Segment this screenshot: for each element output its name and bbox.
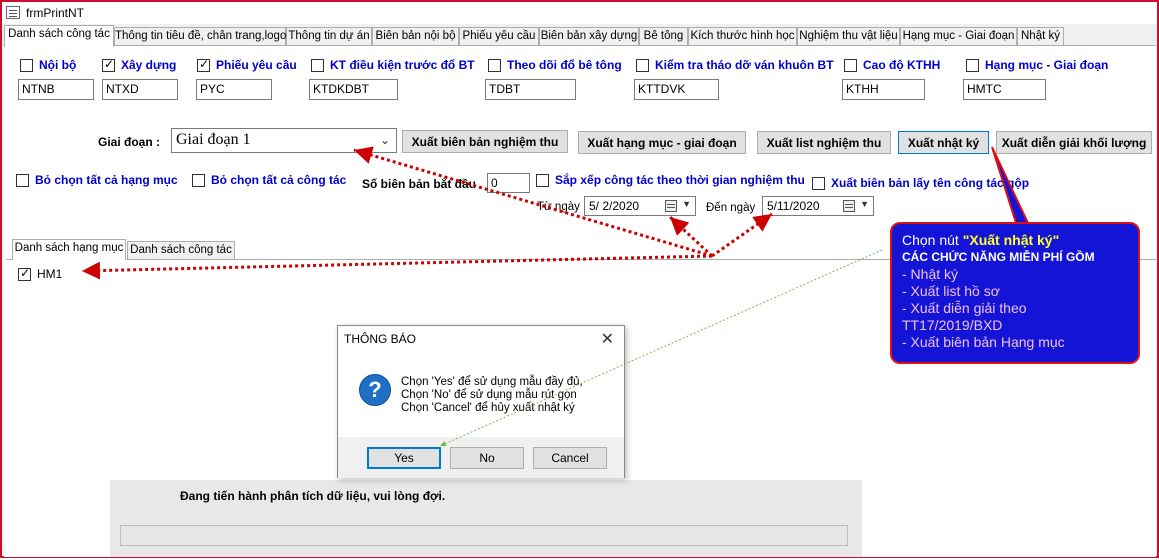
tab-be-tong[interactable]: Bê tông [639, 27, 688, 46]
help-callout: Chọn nút "Xuất nhật ký" CÁC CHỨC NĂNG MI… [890, 222, 1140, 364]
callout-item: - Xuất biên bản Hạng mục [902, 334, 1065, 350]
to-date-picker[interactable]: 5/11/2020 ▼ [762, 196, 874, 216]
phieu-yeu-cau-checkbox[interactable]: Phiếu yêu cầu [197, 57, 297, 72]
callout-subtitle: CÁC CHỨC NĂNG MIỄN PHÍ GỒM [902, 250, 1095, 264]
notification-dialog: THÔNG BÁO ✕ ? Chọn 'Yes' để sử dụng mẫu … [337, 325, 625, 478]
checkbox-box [192, 173, 205, 187]
hang-muc-giai-doan-code-field[interactable]: HMTC [963, 79, 1046, 100]
sort-by-time-checkbox[interactable]: Sắp xếp công tác theo thời gian nghiệm t… [536, 173, 805, 187]
dialog-message-line: Chọn 'Cancel' để hủy xuất nhật ký [401, 402, 575, 414]
to-date-value: 5/11/2020 [767, 199, 820, 213]
tab-thong-tin-du-an[interactable]: Thông tin dự án [286, 27, 372, 46]
checkbox-box [16, 173, 29, 187]
checkbox-box [636, 58, 649, 72]
cancel-button[interactable]: Cancel [533, 447, 607, 469]
callout-item: - Xuất diễn giải theo TT17/2019/BXD [902, 300, 1027, 333]
cao-do-kthh-code-field[interactable]: KTHH [842, 79, 925, 100]
tab-bien-ban-xay-dung[interactable]: Biên bản xây dựng [539, 27, 639, 46]
checkbox-box [488, 58, 501, 72]
from-date-picker[interactable]: 5/ 2/2020 ▼ [584, 196, 696, 216]
use-group-name-checkbox[interactable]: Xuất biên bản lấy tên công tác gộp [812, 176, 1029, 190]
calendar-icon[interactable] [843, 200, 855, 212]
tab-kich-thuoc-hinh-hoc[interactable]: Kích thước hình học [688, 27, 797, 46]
from-date-label: Từ ngày [537, 201, 580, 213]
cao-do-kthh-checkbox[interactable]: Cao độ KTHH [844, 58, 940, 72]
chevron-down-icon[interactable]: ⌄ [380, 133, 390, 147]
dropdown-arrow-icon[interactable]: ▼ [860, 199, 869, 209]
check-icon [102, 57, 115, 72]
progress-bar [120, 525, 848, 546]
close-icon[interactable]: ✕ [601, 329, 614, 349]
xay-dung-checkbox[interactable]: Xây dựng [102, 57, 176, 72]
unselect-tasks-checkbox[interactable]: Bỏ chọn tất cả công tác [192, 173, 346, 187]
tab-danh-sach-cong-tac[interactable]: Danh sách công tác [4, 25, 114, 47]
tab-thong-tin-tieu-de[interactable]: Thông tin tiêu đề, chân trang,logo [114, 27, 286, 46]
tab-nhat-ky[interactable]: Nhật ký [1017, 27, 1064, 46]
start-number-field[interactable]: 0 [487, 173, 530, 193]
checkbox-box [844, 58, 857, 72]
check-icon [18, 266, 31, 281]
start-number-label: Số biên bản bắt đầu [362, 177, 477, 191]
phieu-yeu-cau-code-field[interactable]: PYC [196, 79, 272, 100]
checkbox-box [536, 173, 549, 187]
window-title: frmPrintNT [26, 6, 84, 20]
export-report-button[interactable]: Xuất biên bản nghiệm thu [402, 130, 568, 153]
check-icon [197, 57, 210, 72]
checkbox-box [20, 58, 33, 72]
callout-item: - Nhật ký [902, 266, 959, 282]
checkbox-box [311, 58, 324, 72]
progress-text: Đang tiến hành phân tích dữ liệu, vui lò… [180, 489, 446, 503]
theo-doi-do-be-tong-checkbox[interactable]: Theo dõi đổ bê tông [488, 58, 622, 72]
phase-select[interactable]: Giai đoạn 1 ⌄ [171, 128, 397, 153]
kt-dieu-kien-code-field[interactable]: KTDKDBT [309, 79, 398, 100]
xay-dung-code-field[interactable]: NTXD [102, 79, 178, 100]
to-date-label: Đến ngày [706, 202, 756, 214]
dialog-message-line: Chọn 'Yes' để sử dụng mẫu đầy đủ, [401, 376, 583, 388]
app-window: frmPrintNT Danh sách công tác Thông tin … [0, 0, 1159, 558]
callout-item: - Xuất list hồ sơ [902, 283, 1000, 299]
export-phase-button[interactable]: Xuất hạng mục - giai đoạn [578, 131, 746, 154]
tab-bien-ban-noi-bo[interactable]: Biên bản nội bộ [372, 27, 459, 46]
phase-select-value: Giai đoạn 1 [176, 131, 251, 148]
noi-bo-checkbox[interactable]: Nội bộ [20, 58, 76, 72]
dialog-title: THÔNG BÁO [344, 332, 417, 346]
no-button[interactable]: No [450, 447, 524, 469]
export-list-button[interactable]: Xuất list nghiệm thu [757, 131, 891, 154]
theo-doi-do-be-tong-code-field[interactable]: TDBT [485, 79, 576, 100]
dialog-message: Chọn 'Yes' để sử dụng mẫu đầy đủ, Chọn '… [401, 376, 583, 415]
question-icon: ? [359, 374, 391, 406]
checkbox-box [966, 58, 979, 72]
phase-label: Giai đoạn : [98, 135, 161, 149]
tab-nghiem-thu-vat-lieu[interactable]: Nghiệm thu vật liệu [797, 27, 900, 46]
from-date-value: 5/ 2/2020 [589, 199, 640, 213]
subtab-danh-sach-cong-tac[interactable]: Danh sách công tác [127, 241, 235, 260]
export-volume-button[interactable]: Xuất diễn giải khối lượng [996, 131, 1152, 154]
checkbox-box [812, 176, 825, 190]
dropdown-arrow-icon[interactable]: ▼ [682, 199, 691, 209]
hang-muc-giai-doan-checkbox[interactable]: Hạng mục - Giai đoạn [966, 58, 1108, 72]
export-diary-button[interactable]: Xuất nhật ký [898, 131, 989, 154]
list-item[interactable]: HM1 [18, 266, 62, 281]
noi-bo-code-field[interactable]: NTNB [18, 79, 94, 100]
kiem-tra-thao-do-code-field[interactable]: KTTDVK [634, 79, 719, 100]
unselect-items-checkbox[interactable]: Bỏ chọn tất cả hạng mục [16, 173, 178, 187]
calendar-icon[interactable] [665, 200, 677, 212]
progress-panel: Đang tiến hành phân tích dữ liệu, vui lò… [110, 480, 862, 557]
tab-phieu-yeu-cau[interactable]: Phiếu yêu cầu [459, 27, 539, 46]
tab-hang-muc-giai-doan[interactable]: Hạng mục - Giai đoạn [900, 27, 1017, 46]
kt-dieu-kien-checkbox[interactable]: KT điều kiện trước đổ BT [311, 58, 475, 72]
dialog-footer: Yes No Cancel [338, 437, 624, 478]
callout-heading: Chọn nút "Xuất nhật ký" [902, 232, 1060, 248]
subtab-danh-sach-hang-muc[interactable]: Danh sách hạng mục [12, 239, 126, 260]
dialog-message-line: Chọn 'No' để sử dụng mẫu rút gọn [401, 389, 577, 401]
yes-button[interactable]: Yes [367, 447, 441, 469]
kiem-tra-thao-do-checkbox[interactable]: Kiểm tra tháo dỡ ván khuôn BT [636, 58, 834, 72]
title-bar: frmPrintNT [2, 2, 1157, 24]
form-icon [6, 6, 20, 19]
